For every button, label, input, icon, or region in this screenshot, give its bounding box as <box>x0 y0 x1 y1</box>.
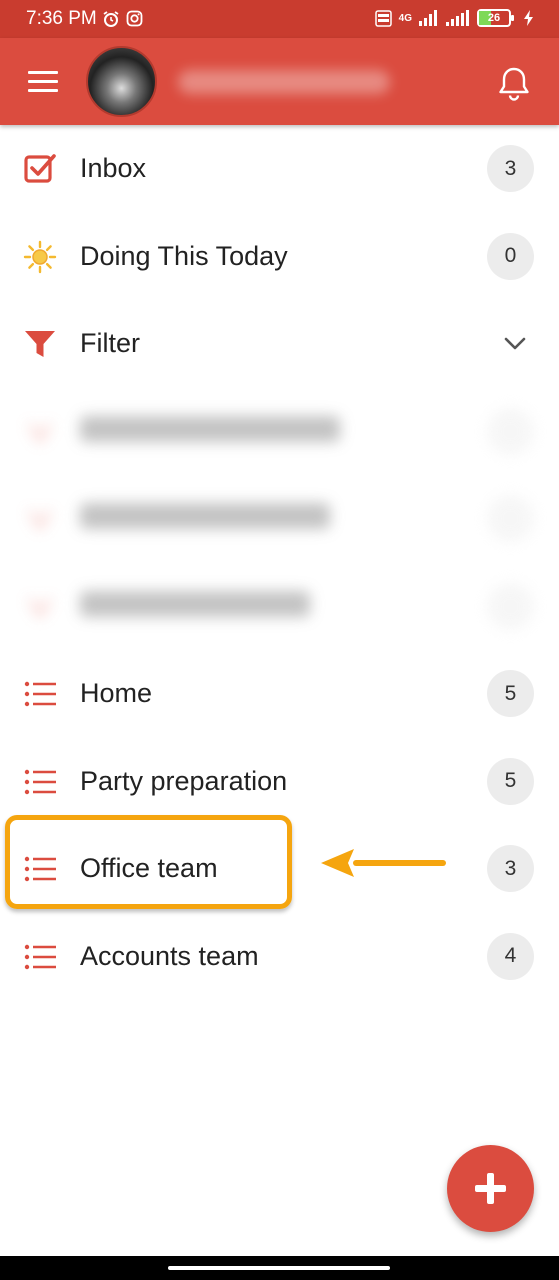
checkbox-icon <box>24 154 56 183</box>
charging-icon <box>524 10 533 26</box>
filter-item-icon <box>28 509 52 531</box>
drawer-item-filter[interactable]: Filter <box>0 300 559 388</box>
battery-level: 26 <box>487 12 501 24</box>
count-badge: 5 <box>487 757 534 805</box>
list-icon <box>24 681 56 707</box>
count-badge <box>487 407 534 455</box>
filter-icon <box>25 331 55 357</box>
volte-icon <box>374 9 392 27</box>
count-badge: 3 <box>487 845 534 892</box>
home-gesture-pill[interactable] <box>168 1266 390 1270</box>
hamburger-icon[interactable] <box>28 71 58 93</box>
drawer-item-label: Home <box>80 678 153 708</box>
count-badge: 3 <box>487 145 534 192</box>
count-badge <box>487 582 534 630</box>
avatar[interactable] <box>86 46 157 117</box>
instagram-icon <box>126 10 143 27</box>
signal-icon <box>446 10 469 26</box>
list-icon <box>24 944 56 969</box>
redacted-label <box>80 590 310 617</box>
filter-item-icon <box>28 597 52 619</box>
battery-icon: 26 <box>477 9 514 27</box>
drawer-item-inbox[interactable]: Inbox 3 <box>0 125 559 213</box>
app-bar <box>0 38 559 125</box>
arrow-icon <box>321 849 446 877</box>
drawer-item-redacted[interactable] <box>0 388 559 476</box>
add-button[interactable] <box>447 1145 534 1232</box>
bell-icon[interactable] <box>497 66 531 102</box>
filter-item-icon <box>28 422 52 444</box>
sun-icon <box>23 240 57 273</box>
drawer-item-party-preparation[interactable]: Party preparation 5 <box>0 738 559 826</box>
list-icon <box>24 769 56 794</box>
drawer-item-redacted[interactable] <box>0 563 559 651</box>
drawer-item-label: Accounts team <box>80 940 259 971</box>
count-badge: 4 <box>487 932 534 980</box>
drawer-item-label: Doing This Today <box>80 240 288 271</box>
drawer-item-label: Party preparation <box>80 765 288 796</box>
count-badge: 0 <box>487 232 534 280</box>
status-time: 7:36 PM <box>26 8 97 29</box>
drawer-item-doing-this-today[interactable]: Doing This Today 0 <box>0 213 559 301</box>
account-name-redacted <box>178 70 390 94</box>
count-badge: 5 <box>487 670 534 717</box>
count-badge <box>487 495 534 542</box>
drawer-item-label: Filter <box>80 328 140 358</box>
redacted-label <box>80 503 330 529</box>
redacted-label <box>80 415 340 442</box>
drawer-item-accounts-team[interactable]: Accounts team 4 <box>0 913 559 1001</box>
drawer-item-label: Inbox <box>80 153 147 183</box>
chevron-down-icon[interactable] <box>502 332 528 354</box>
system-nav-bar <box>0 1256 559 1280</box>
drawer-item-redacted[interactable] <box>0 475 559 563</box>
alarm-icon <box>103 11 119 27</box>
highlight-box <box>5 815 292 909</box>
4g-signal-icon <box>419 10 437 26</box>
drawer-item-home[interactable]: Home 5 <box>0 650 559 738</box>
status-bar: 7:36 PM 4G 26 <box>0 0 559 38</box>
network-label: 4G <box>398 12 412 24</box>
